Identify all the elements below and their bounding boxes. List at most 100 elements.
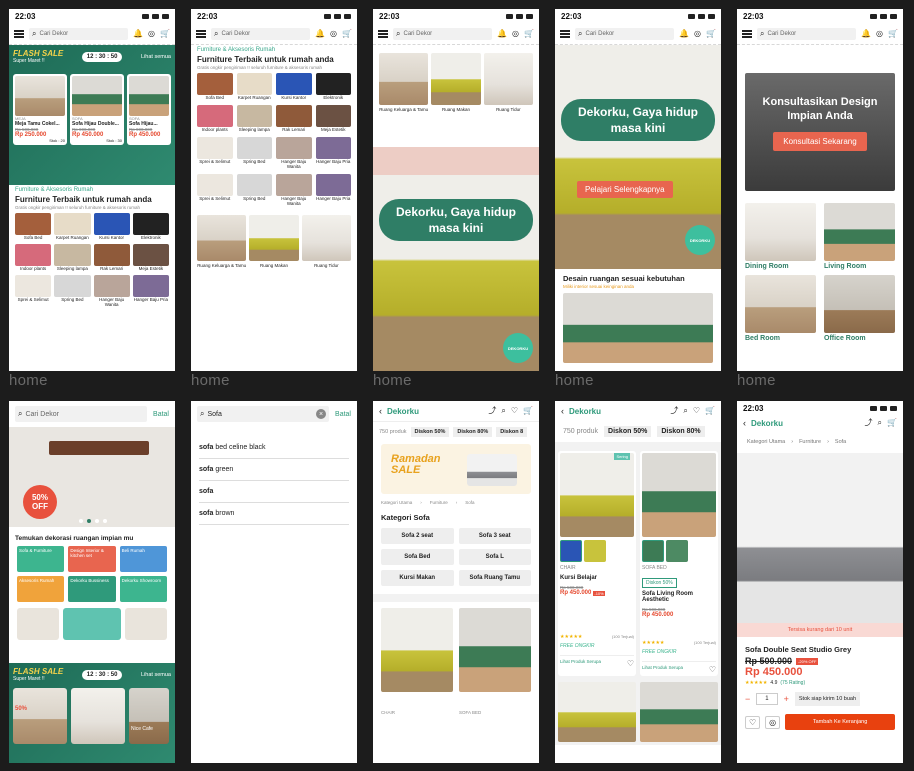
search-icon[interactable]: ⌕ (501, 407, 505, 415)
clear-icon[interactable]: × (316, 409, 327, 419)
quantity-stepper[interactable]: 1 (756, 693, 778, 705)
breadcrumb-item[interactable]: Sofa (835, 439, 846, 445)
suggestion-item[interactable]: sofa green (199, 459, 349, 481)
cart-icon[interactable]: 🛒 (706, 29, 716, 38)
promo-carousel[interactable]: 50% OFF (9, 427, 175, 527)
service-tile[interactable]: Aksesoris Rumah (17, 576, 65, 602)
breadcrumb-item[interactable]: Furniture (430, 500, 448, 505)
category-item[interactable]: Hanger Baju Wanita (93, 274, 130, 308)
menu-icon[interactable] (742, 29, 752, 38)
category-item[interactable]: Sleeping lampa (236, 104, 272, 133)
product-card[interactable]: MEJA Meja Tamu Cokel... Rp 500.000 Rp 250.0… (13, 74, 67, 145)
see-all-link[interactable]: Lihat semua (141, 54, 171, 60)
share-icon[interactable]: ⤴ (865, 419, 873, 427)
menu-icon[interactable] (196, 29, 206, 38)
chat-icon[interactable]: ◎ (765, 715, 781, 729)
back-icon[interactable]: ‹ (561, 406, 564, 416)
variant-thumb[interactable] (642, 540, 664, 562)
filter-chip[interactable]: Diskon 50% (604, 426, 652, 437)
menu-icon[interactable] (14, 29, 24, 38)
subcategory-chip[interactable]: Sofa 3 seat (458, 528, 531, 544)
category-item[interactable]: Hanger Baju Pria (315, 173, 351, 207)
cart-icon[interactable]: 🛒 (342, 29, 352, 38)
filter-chip[interactable]: Diskon 8 (496, 427, 528, 437)
voucher-card[interactable] (125, 608, 167, 640)
service-tile[interactable]: Dekorku Bussiness (68, 576, 116, 602)
cancel-button[interactable]: Batal (153, 411, 169, 418)
cart-icon[interactable]: 🛒 (523, 407, 533, 415)
subcategory-chip[interactable]: Sofa 2 seat (381, 528, 454, 544)
subcategory-chip[interactable]: Sofa Bed (381, 549, 454, 565)
back-icon[interactable]: ‹ (743, 418, 746, 428)
menu-icon[interactable] (560, 29, 570, 38)
product-card[interactable]: SOFA Sofa Hijau... Rp 900.000 Rp 450.000 (127, 74, 171, 145)
room-card[interactable]: Ruang Makan (249, 214, 299, 268)
category-item[interactable]: Kursi Kantor (276, 73, 312, 101)
bell-icon[interactable]: 🔔 (315, 29, 325, 38)
add-to-cart-button[interactable]: Tambah Ke Keranjang (785, 714, 895, 730)
category-item[interactable]: Meja Estetik (132, 243, 169, 272)
product-image[interactable] (558, 682, 636, 742)
menu-icon[interactable] (378, 29, 388, 38)
subcategory-chip[interactable]: Kursi Makan (381, 570, 454, 586)
heart-icon[interactable]: ♡ (627, 659, 634, 668)
cart-icon[interactable]: 🛒 (887, 419, 897, 427)
cart-icon[interactable]: 🛒 (888, 29, 898, 38)
consult-button[interactable]: Konsultasi Sekarang (773, 131, 867, 151)
hero-banner[interactable]: Dekorku, Gaya hidup masa kini Pelajari S… (555, 45, 721, 269)
breadcrumb-item[interactable]: Sofa (465, 500, 474, 505)
voucher-card[interactable] (17, 608, 59, 640)
learn-more-button[interactable]: Pelajari Selengkapnya (577, 181, 673, 198)
room-card[interactable]: Ruang Keluarga & Tamu (379, 53, 429, 112)
product-card[interactable]: CHAIR (381, 608, 453, 715)
search-icon[interactable]: ⌕ (683, 407, 687, 415)
category-item[interactable]: Spring Bed (236, 136, 272, 170)
bell-icon[interactable]: 🔔 (133, 29, 143, 38)
product-card[interactable]: SOFA BED (459, 608, 531, 715)
room-card[interactable]: Office Room (824, 275, 895, 344)
ramadan-banner[interactable]: Ramadan SALE (381, 444, 531, 494)
filter-chip[interactable]: Diskon 80% (657, 426, 705, 437)
subcategory-chip[interactable]: Sofa L (458, 549, 531, 565)
suggestion-item[interactable]: sofa bed celine black (199, 437, 349, 459)
chat-icon[interactable]: ◎ (694, 29, 701, 38)
room-card[interactable]: Ruang Keluarga & Tamu (197, 214, 247, 268)
similar-link[interactable]: Lihat Produk Serupa (642, 665, 683, 674)
category-item[interactable]: Hanger Baju Pria (132, 274, 169, 308)
filter-chip[interactable]: Diskon 50% (410, 427, 450, 437)
suggestion-item[interactable]: sofa (199, 481, 349, 503)
subcategory-chip[interactable]: Sofa Ruang Tamu (458, 570, 531, 586)
category-item[interactable]: Meja Estetik (315, 104, 351, 133)
share-icon[interactable]: ⤴ (670, 407, 678, 415)
room-card[interactable]: Dining Room (745, 203, 816, 272)
filter-chip[interactable]: Diskon 80% (453, 427, 493, 437)
chat-icon[interactable]: ◎ (512, 29, 519, 38)
room-card[interactable]: Living Room (824, 203, 895, 272)
category-item[interactable]: Sofa Bed (15, 213, 52, 241)
flash-card[interactable] (71, 688, 125, 744)
category-item[interactable]: Sprei & Selimut (197, 173, 233, 207)
bell-icon[interactable]: 🔔 (861, 29, 871, 38)
category-item[interactable]: Hanger Baju Pria (315, 136, 351, 170)
minus-icon[interactable]: − (745, 694, 750, 704)
service-tile[interactable]: Sofa & Furniture (17, 546, 65, 572)
product-card[interactable]: SOFA BED Diskon 50% Sofa Living Room Aes… (640, 451, 718, 676)
product-card[interactable]: SOFA Sofa Hijau Double... Rp 900.000 Rp 450… (70, 74, 124, 145)
category-item[interactable]: Karpet Ruangan (54, 213, 91, 241)
voucher-card[interactable] (62, 608, 122, 640)
heart-icon[interactable]: ♡ (709, 665, 716, 674)
category-item[interactable]: Sprei & Selimut (197, 136, 233, 170)
cancel-button[interactable]: Batal (335, 411, 351, 418)
breadcrumb-item[interactable]: Furniture (799, 439, 821, 445)
category-item[interactable]: Karpet Ruangan (236, 73, 272, 101)
similar-link[interactable]: Lihat Produk Serupa (560, 659, 601, 668)
category-item[interactable]: Rak Lemari (276, 104, 312, 133)
room-card[interactable]: Bed Room (745, 275, 816, 344)
room-card[interactable]: Ruang Tidur (301, 214, 351, 268)
bell-icon[interactable]: 🔔 (497, 29, 507, 38)
search-icon[interactable]: ⌕ (878, 419, 882, 427)
breadcrumb-item[interactable]: Kategori Utama (747, 439, 785, 445)
chat-icon[interactable]: ◎ (876, 29, 883, 38)
heart-icon[interactable]: ♡ (693, 407, 700, 415)
category-item[interactable]: Indoor plants (15, 243, 52, 272)
